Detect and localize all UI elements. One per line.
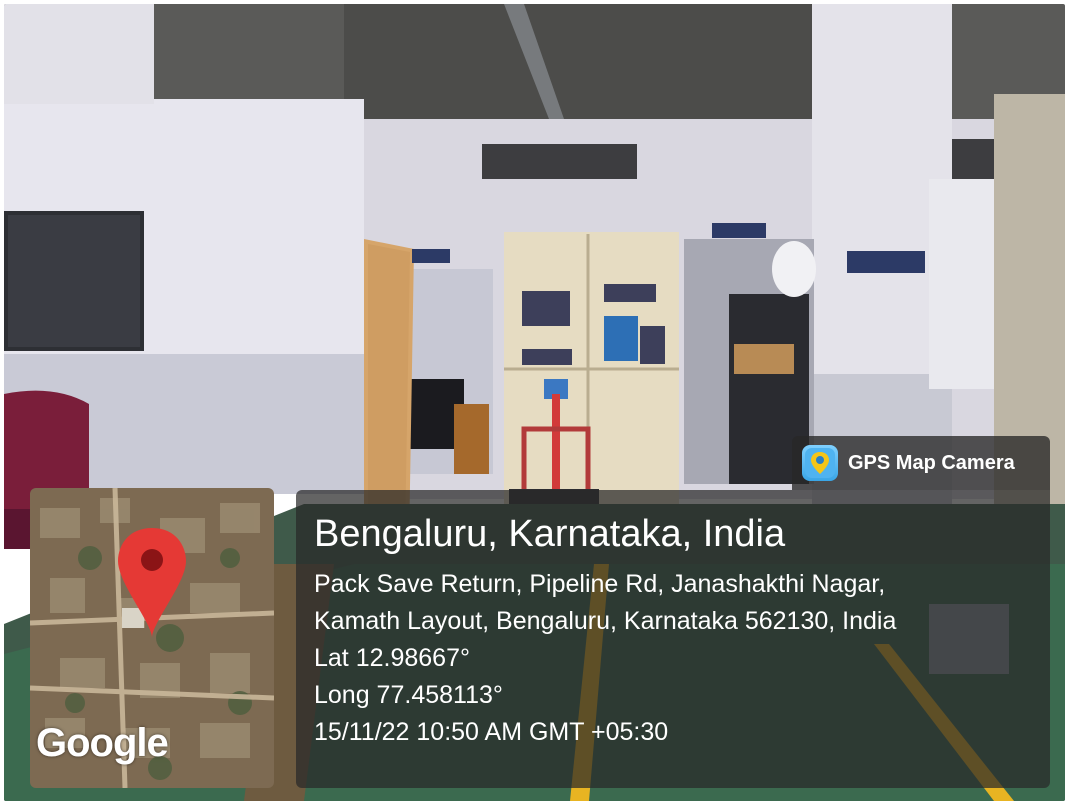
city-line: Bengaluru, Karnataka, India [314, 513, 786, 555]
app-name-label: GPS Map Camera [848, 451, 1015, 474]
location-info-panel: Bengaluru, Karnataka, India Pack Save Re… [296, 490, 1050, 788]
gps-map-camera-app-icon [802, 445, 838, 481]
latitude-line: Lat 12.98667° [314, 644, 470, 672]
address-line-1: Pack Save Return, Pipeline Rd, Janashakt… [314, 570, 886, 598]
photo-frame: Google GPS Map Camera Bengaluru, Karnata… [4, 4, 1065, 801]
timestamp-line: 15/11/22 10:50 AM GMT +05:30 [314, 718, 669, 746]
longitude-line: Long 77.458113° [314, 681, 503, 709]
map-thumbnail: Google [30, 488, 274, 788]
gps-map-camera-badge: GPS Map Camera [792, 436, 1050, 490]
google-logo: Google [36, 721, 169, 765]
address-line-2: Kamath Layout, Bengaluru, Karnataka 5621… [314, 607, 897, 635]
